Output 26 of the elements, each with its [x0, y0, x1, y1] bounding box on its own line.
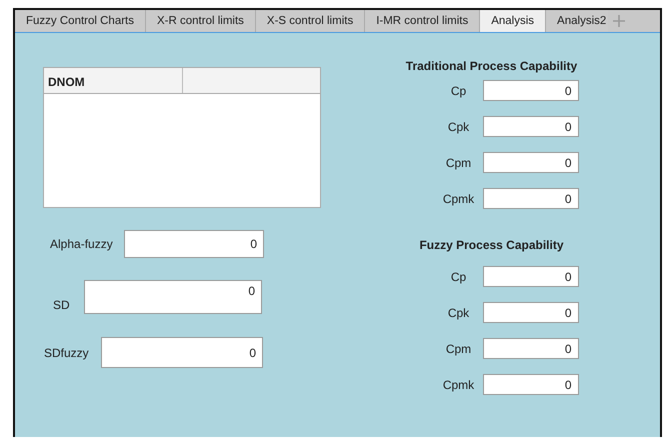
- field-label: Cpk: [446, 306, 470, 320]
- field-label: Cpmk: [442, 192, 476, 206]
- input-field[interactable]: 0: [482, 266, 578, 287]
- input-field[interactable]: 0: [482, 188, 578, 209]
- input-field[interactable]: 0: [124, 230, 264, 258]
- field-label: Cpk: [446, 120, 470, 134]
- field-label: Cp: [450, 270, 468, 284]
- add-tab-icon[interactable]: [612, 14, 626, 28]
- field-label: SDfuzzy: [44, 346, 90, 360]
- input-field[interactable]: 0: [482, 116, 578, 137]
- input-field[interactable]: 0: [84, 280, 262, 314]
- field-label: Cpmk: [442, 378, 476, 392]
- field-label: Alpha-fuzzy: [50, 237, 114, 251]
- tab[interactable]: Analysis: [480, 10, 546, 32]
- input-field[interactable]: 0: [482, 80, 578, 101]
- input-field[interactable]: 0: [482, 152, 578, 173]
- input-field[interactable]: 0: [101, 337, 263, 368]
- field-label: Cp: [450, 84, 468, 98]
- section-title: Fuzzy Process Capability: [419, 238, 564, 252]
- field-label: Cpm: [444, 342, 472, 356]
- section-title: Traditional Process Capability: [406, 59, 578, 73]
- field-label: SD: [53, 298, 71, 314]
- input-field[interactable]: 0: [482, 302, 578, 323]
- field-label: Cpm: [444, 156, 472, 170]
- input-field[interactable]: 0: [482, 374, 578, 395]
- input-field[interactable]: 0: [482, 338, 578, 359]
